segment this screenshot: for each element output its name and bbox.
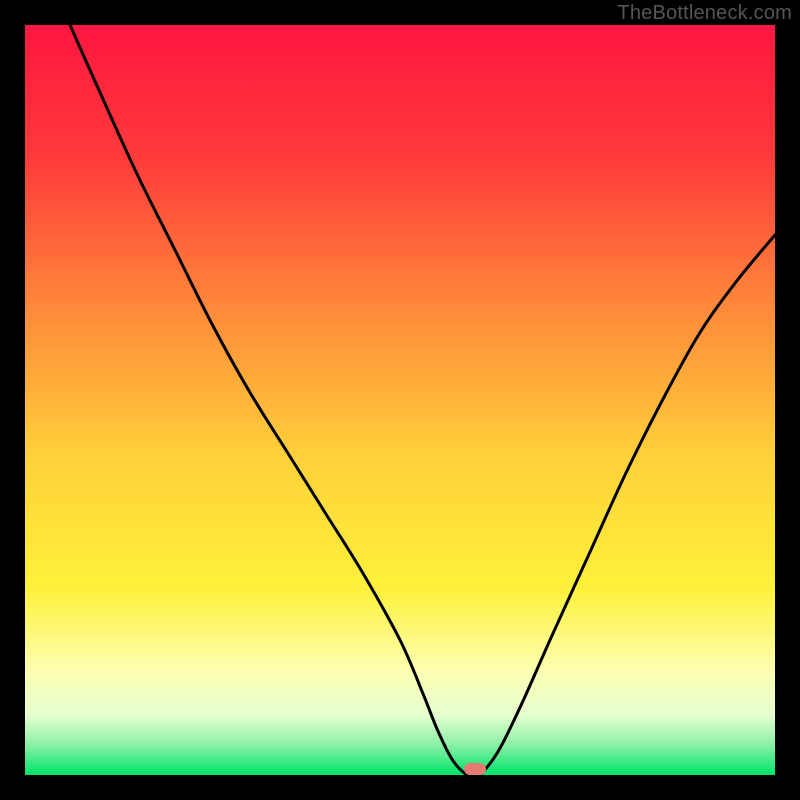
chart-frame: TheBottleneck.com [0,0,800,800]
bottleneck-curve [25,25,775,775]
plot-area [25,25,775,775]
watermark-text: TheBottleneck.com [617,2,792,25]
optimum-marker [464,763,486,775]
